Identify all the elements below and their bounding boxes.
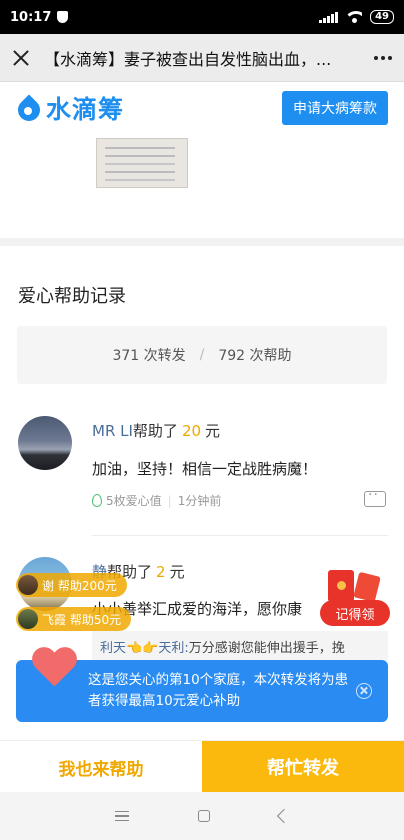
claim-button[interactable]: 记得领 [320, 600, 390, 626]
records-title: 爱心帮助记录 [18, 286, 126, 307]
action-bar: 我也来帮助 帮忙转发 [0, 740, 404, 793]
record-message: 加油，坚持！相信一定战胜病魔！ [92, 460, 318, 478]
love-value: 5枚爱心值 [106, 494, 162, 508]
helped-text: 帮助了 [132, 422, 178, 440]
meta-separator: | [167, 493, 172, 508]
status-time: 10:17 [10, 9, 52, 25]
comment-icon[interactable] [364, 487, 386, 507]
reply-line[interactable]: 利天👈👉天利: 万分感谢您能伸出援手，挽 [92, 631, 388, 661]
share-button[interactable]: 帮忙转发 [202, 741, 404, 793]
toast-text: 飞霞 帮助50元 [42, 612, 122, 627]
share-count: 371 次转发 [112, 348, 186, 364]
love-drop-icon [92, 494, 102, 507]
record-meta: 5枚爱心值 | 1分钟前 [92, 492, 221, 509]
more-options-icon[interactable] [374, 55, 392, 60]
amount-unit: 元 [205, 422, 221, 440]
system-nav-bar [0, 792, 404, 840]
avatar[interactable] [18, 416, 72, 470]
help-button[interactable]: 我也来帮助 [0, 741, 202, 793]
page-title: 【水滴筹】妻子被查出自发性脑出血，... [44, 49, 332, 69]
avatar [18, 609, 38, 629]
shield-icon [57, 11, 69, 23]
status-bar: 10:17 49 [0, 0, 404, 34]
donation-amount: 2 [156, 563, 166, 581]
record-title: MR LI帮助了 20 元 [92, 420, 220, 441]
close-icon[interactable] [356, 683, 372, 699]
wifi-icon [346, 11, 363, 23]
donation-toast: 飞霞 帮助50元 [16, 607, 132, 631]
donation-toast: 谢 帮助200元 [16, 573, 127, 597]
donor-name[interactable]: MR LI [92, 422, 133, 440]
brand-name: 水滴筹 [46, 95, 125, 124]
signal-icon [319, 11, 339, 23]
banner-text: 这是您关心的第10个家庭，本次转发将为患者获得最高10元爱心补助 [88, 672, 349, 709]
water-drop-logo-icon [16, 93, 40, 123]
red-envelope-icon [353, 571, 381, 603]
donation-amount: 20 [181, 422, 202, 440]
title-bar: 【水滴筹】妻子被查出自发性脑出血，... [0, 34, 404, 82]
reply-names: 利天👈👉天利: [100, 640, 189, 656]
reply-text: 万分感谢您能伸出援手，挽 [188, 640, 345, 656]
status-icons: 49 [319, 10, 394, 24]
avatar [18, 575, 38, 595]
row-divider [92, 535, 388, 536]
document-image-area [0, 134, 404, 238]
home-icon[interactable] [197, 810, 210, 822]
brand-header: 水滴筹 申请大病筹款 [0, 82, 404, 134]
red-envelope-icon [328, 570, 354, 602]
red-envelope-badge[interactable]: 记得领 [318, 570, 390, 628]
apply-fundraising-button[interactable]: 申请大病筹款 [282, 91, 388, 125]
amount-unit: 元 [169, 563, 185, 581]
record-time: 1分钟前 [177, 494, 222, 508]
stats-box: 371 次转发 / 792 次帮助 [17, 326, 387, 384]
close-icon[interactable] [12, 49, 30, 67]
stats-separator: / [199, 347, 205, 363]
heart-icon [31, 648, 77, 690]
back-icon[interactable] [277, 808, 292, 824]
medical-document-image[interactable] [96, 138, 188, 188]
section-divider [0, 238, 404, 246]
menu-icon[interactable] [114, 811, 129, 821]
battery-icon: 49 [370, 10, 394, 24]
help-count: 792 次帮助 [218, 348, 292, 364]
toast-text: 谢 帮助200元 [42, 578, 117, 593]
page: 10:17 49 【水滴筹】妻子被查出自发性脑出血，... 水滴筹 申请大病筹款… [0, 0, 404, 840]
